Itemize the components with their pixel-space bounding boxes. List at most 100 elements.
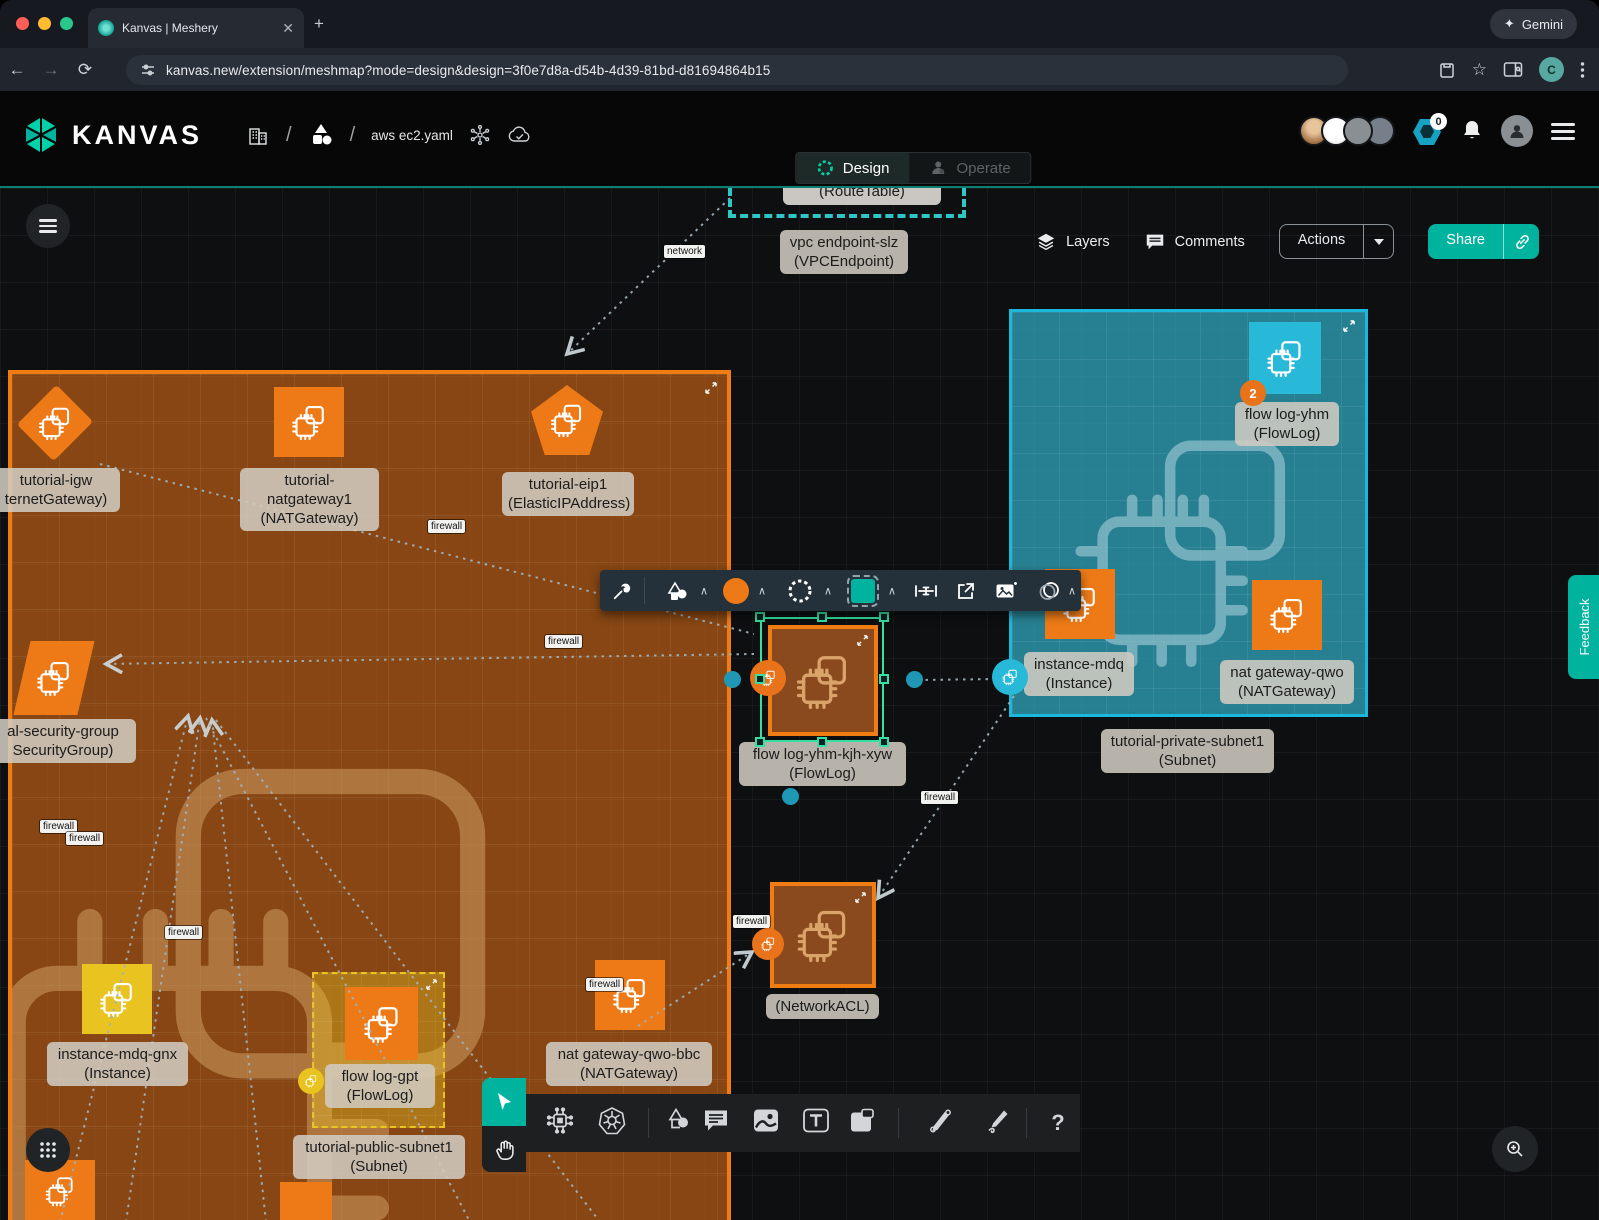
node-label-natgateway-qwo[interactable]: nat gateway-qwo(NATGateway) bbox=[1220, 660, 1354, 704]
node-natgateway-bbc[interactable] bbox=[595, 960, 665, 1030]
side-panel-icon[interactable] bbox=[1503, 61, 1523, 79]
browser-tab[interactable]: Kanvas | Meshery ✕ bbox=[88, 8, 304, 48]
collaborator-avatars[interactable] bbox=[1299, 116, 1395, 146]
networkacl-badge[interactable] bbox=[752, 928, 784, 960]
note-tool[interactable] bbox=[849, 1108, 875, 1139]
group-label-private-subnet[interactable]: tutorial-private-subnet1(Subnet) bbox=[1101, 729, 1274, 773]
layers-button[interactable]: Layers bbox=[1035, 231, 1110, 253]
share-button[interactable]: Share bbox=[1428, 224, 1503, 259]
comments-button[interactable]: Comments bbox=[1144, 231, 1245, 253]
chevron-up-icon[interactable]: ∧ bbox=[888, 584, 896, 597]
close-tab-icon[interactable]: ✕ bbox=[282, 20, 294, 37]
address-bar[interactable]: kanvas.new/extension/meshmap?mode=design… bbox=[126, 55, 1348, 85]
gemini-button[interactable]: ✦ Gemini bbox=[1490, 9, 1577, 39]
organization-icon[interactable] bbox=[246, 123, 270, 147]
node-networkacl[interactable] bbox=[770, 882, 876, 988]
select-tool-button[interactable] bbox=[482, 1078, 526, 1126]
chevron-up-icon[interactable]: ∧ bbox=[824, 584, 832, 597]
tools-wrench-icon[interactable] bbox=[612, 581, 632, 601]
chevron-up-icon[interactable]: ∧ bbox=[1068, 584, 1076, 597]
node-label-security-group[interactable]: al-security-groupSecurityGroup) bbox=[0, 719, 136, 763]
save-page-icon[interactable] bbox=[1438, 61, 1456, 79]
flowlog-yhm-count-badge[interactable]: 2 bbox=[1240, 380, 1266, 406]
avatar-collaborator-3[interactable] bbox=[1343, 116, 1373, 146]
expand-icon[interactable] bbox=[426, 979, 437, 990]
freehand-pen-tool[interactable] bbox=[984, 1107, 1012, 1140]
node-security-group[interactable] bbox=[16, 641, 92, 715]
shapes-tool[interactable] bbox=[666, 1108, 694, 1139]
group-label-public-subnet[interactable]: tutorial-public-subnet1(Subnet) bbox=[293, 1135, 465, 1179]
cloud-sync-icon[interactable] bbox=[507, 124, 533, 146]
node-instance-gnx[interactable] bbox=[82, 964, 152, 1034]
group-style-swatch[interactable] bbox=[851, 579, 875, 603]
tab-operate[interactable]: Operate bbox=[909, 153, 1030, 183]
node-label-instance-mdq[interactable]: instance-mdq(Instance) bbox=[1024, 652, 1134, 696]
fill-color-swatch[interactable] bbox=[723, 578, 749, 604]
design-file-name[interactable]: aws ec2.yaml bbox=[371, 128, 453, 143]
traffic-lights[interactable] bbox=[16, 17, 73, 30]
forward-icon[interactable]: → bbox=[34, 60, 68, 80]
components-tool[interactable] bbox=[545, 1106, 575, 1141]
new-tab-button[interactable]: + bbox=[314, 14, 324, 34]
appearance-rings-icon[interactable] bbox=[1037, 580, 1063, 602]
node-flowlog-gpt[interactable] bbox=[345, 987, 418, 1060]
connection-dot-left[interactable] bbox=[724, 671, 741, 688]
node-natgateway1[interactable] bbox=[274, 387, 344, 457]
minimize-window-button[interactable] bbox=[38, 17, 51, 30]
widgets-button[interactable] bbox=[26, 1128, 70, 1172]
add-image-icon[interactable] bbox=[995, 581, 1017, 601]
pan-tool-button[interactable] bbox=[482, 1126, 526, 1172]
node-label-flowlog-gpt[interactable]: flow log-gpt(FlowLog) bbox=[325, 1064, 435, 1108]
text-tool[interactable] bbox=[802, 1108, 830, 1139]
node-elastic-ip[interactable] bbox=[531, 385, 603, 455]
node-natgateway-qwo[interactable] bbox=[1252, 580, 1322, 650]
node-cut-bottom-left[interactable] bbox=[25, 1160, 95, 1220]
image-tool[interactable] bbox=[752, 1108, 780, 1139]
connection-dot-right[interactable] bbox=[906, 671, 923, 688]
browser-profile-avatar[interactable]: C bbox=[1539, 57, 1564, 82]
help-tool[interactable]: ? bbox=[1051, 1110, 1064, 1136]
notifications-bell-icon[interactable] bbox=[1461, 119, 1483, 143]
canvas-menu-button[interactable] bbox=[26, 204, 70, 248]
expand-icon[interactable] bbox=[705, 382, 717, 394]
node-label-elastic-ip[interactable]: tutorial-eip1(ElasticIPAddress) bbox=[502, 472, 634, 516]
share-split-button[interactable]: Share bbox=[1428, 224, 1539, 259]
copy-link-button[interactable] bbox=[1503, 224, 1539, 259]
close-window-button[interactable] bbox=[16, 17, 29, 30]
shape-picker-icon[interactable] bbox=[666, 580, 690, 602]
actions-dropdown-button[interactable] bbox=[1363, 225, 1393, 258]
environment-badge[interactable]: 0 bbox=[1413, 117, 1443, 145]
app-menu-icon[interactable] bbox=[1551, 123, 1575, 140]
node-label-natgateway1[interactable]: tutorial-natgateway1(NATGateway) bbox=[240, 468, 379, 531]
actions-split-button[interactable]: Actions bbox=[1279, 224, 1395, 259]
chevron-up-icon[interactable]: ∧ bbox=[700, 584, 708, 597]
cluster-context-icon[interactable] bbox=[469, 124, 491, 146]
kubernetes-tool[interactable] bbox=[597, 1106, 627, 1141]
expand-icon[interactable] bbox=[855, 892, 866, 903]
connection-dot-bottom[interactable] bbox=[782, 788, 799, 805]
bookmark-star-icon[interactable]: ☆ bbox=[1472, 60, 1487, 80]
zoom-window-button[interactable] bbox=[60, 17, 73, 30]
reload-icon[interactable]: ⟳ bbox=[68, 60, 102, 80]
node-label-instance-gnx[interactable]: instance-mdq-gnx(Instance) bbox=[47, 1042, 188, 1086]
site-settings-icon[interactable] bbox=[140, 62, 156, 78]
node-label-internet-gateway[interactable]: tutorial-igwternetGateway) bbox=[0, 468, 120, 512]
subnet-connection-badge[interactable] bbox=[992, 659, 1028, 695]
flowlog-gpt-badge[interactable] bbox=[298, 1068, 324, 1094]
zoom-button[interactable] bbox=[1492, 1126, 1538, 1172]
expand-icon[interactable] bbox=[857, 635, 868, 646]
node-label-natgateway-bbc[interactable]: nat gateway-qwo-bbc(NATGateway) bbox=[546, 1042, 712, 1086]
open-in-new-icon[interactable] bbox=[956, 581, 976, 601]
resize-width-icon[interactable] bbox=[914, 581, 938, 601]
node-label-flowlog-kjh[interactable]: flow log-yhm-kjh-xyw(FlowLog) bbox=[739, 742, 906, 786]
node-label-vpc-endpoint[interactable]: vpc endpoint-slz(VPCEndpoint) bbox=[780, 230, 908, 274]
node-cut-bottom[interactable] bbox=[280, 1182, 332, 1220]
actions-button[interactable]: Actions bbox=[1280, 225, 1364, 258]
kanvas-logo[interactable] bbox=[24, 117, 58, 153]
edge-pen-tool[interactable] bbox=[926, 1107, 954, 1140]
feedback-tab[interactable]: Feedback bbox=[1568, 575, 1599, 679]
node-internet-gateway[interactable] bbox=[22, 388, 88, 458]
back-icon[interactable]: ← bbox=[0, 60, 34, 80]
node-label-networkacl[interactable]: (NetworkACL) bbox=[766, 994, 879, 1019]
node-label-routetable[interactable]: (RouteTable) bbox=[783, 186, 941, 205]
